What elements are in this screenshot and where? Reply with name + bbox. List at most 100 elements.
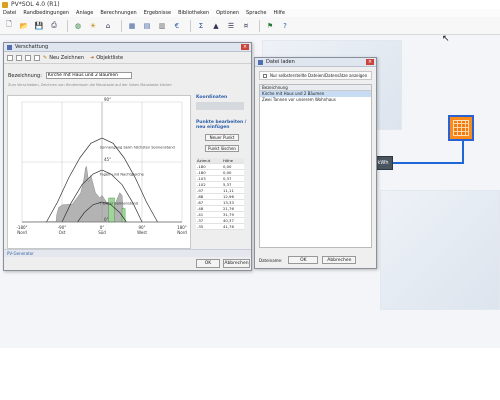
shading-window-titlebar[interactable]: Verschattung × (4, 43, 251, 52)
annotation-label: Tages- und Nachtgleiche (99, 172, 145, 176)
pv-module-cells (453, 120, 469, 136)
background-graphic (380, 190, 500, 310)
menu-bibliotheken[interactable]: Bibliotheken (178, 10, 209, 16)
load-window-footer: Dateiname: OK Abbrechen (259, 256, 374, 264)
menu-berechnungen[interactable]: Berechnungen (100, 10, 136, 16)
app-root: PV*SOL 4.0 (R1) Datei Randbedingungen An… (0, 0, 500, 348)
delete-point-button[interactable]: Punkt löschen (205, 145, 239, 152)
load-window-titlebar[interactable]: Datei laden × (255, 58, 376, 67)
description-input[interactable] (45, 72, 132, 79)
points-title: Punkte bearbeiten / neu einfügen (196, 120, 247, 130)
azimuth-cell[interactable]: -35 (196, 223, 223, 230)
ok-button[interactable]: OK (196, 259, 220, 268)
shading-toolbar: ✎ Neu Zeichnen ➜ Objektliste (4, 52, 251, 64)
weather-data-icon[interactable]: ☀ (87, 20, 99, 32)
object-list-label: Objektliste (96, 54, 124, 61)
menu-randbedingungen[interactable]: Randbedingungen (23, 10, 69, 16)
kwh-label: kWh (377, 160, 389, 166)
print-icon[interactable]: ⎙ (48, 20, 60, 32)
main-toolbar: 🗋 📂 💾 ⎙ ◍ ☀ ⌂ ▦ ▤ ▥ € Σ ▲ ☰ ¤ ⚑ ? (0, 17, 500, 35)
y-tick-label: 0° (104, 217, 109, 222)
app-titlebar: PV*SOL 4.0 (R1) (0, 0, 500, 9)
ok-button[interactable]: OK (288, 256, 319, 264)
new-file-icon[interactable]: 🗋 (3, 20, 15, 32)
description-label: Bezeichnung: (8, 72, 42, 79)
copy-icon[interactable] (34, 54, 40, 61)
calculation-chart-icon[interactable]: ▲ (210, 20, 222, 32)
menu-ergebnisse[interactable]: Ergebnisse (144, 10, 171, 16)
x-tick-name: Nord (177, 230, 187, 235)
save-icon[interactable] (16, 54, 22, 61)
list-item[interactable]: Zwei Tannen vor unserem Wohnhaus (260, 97, 371, 103)
new-drawing-button[interactable]: ✎ Neu Zeichnen (43, 55, 84, 61)
menu-anlage[interactable]: Anlage (76, 10, 93, 16)
tariff-icon[interactable]: ¤ (240, 20, 252, 32)
sum-icon[interactable]: Σ (195, 20, 207, 32)
close-icon[interactable]: × (241, 44, 249, 50)
connection-line (393, 162, 464, 164)
shading-icon[interactable]: ⚑ (264, 20, 276, 32)
own-files-checkbox-row[interactable]: Nur selbsterstellte Dateien/Datensätze a… (259, 71, 372, 80)
annotation-label: Sonnengang beim höchsten Sonnenstand (100, 146, 175, 150)
status-text: PV-Generator (7, 251, 34, 256)
table-row[interactable]: -35 41,76 (196, 223, 244, 230)
cancel-button[interactable]: Abbrechen (322, 256, 357, 264)
points-panel: Koordinaten Punkte bearbeiten / neu einf… (196, 95, 248, 230)
height-cell[interactable]: 41,76 (222, 223, 244, 230)
arrow-icon: ➜ (90, 54, 95, 61)
globe-icon[interactable]: ◍ (72, 20, 84, 32)
window-icon (7, 44, 12, 50)
open-icon[interactable] (7, 54, 13, 61)
menu-optionen[interactable]: Optionen (216, 10, 239, 16)
toolbar-separator (121, 19, 122, 32)
points-table: Azimut Höhe -180 0,00 -180 0,00 -103 0,37 -… (196, 158, 244, 230)
cancel-button[interactable]: Abbrechen (223, 259, 250, 268)
annotation-label: Tiefster Sonnenstand (99, 202, 138, 206)
coordinates-title: Koordinaten (196, 95, 228, 100)
file-list: Bezeichnung Kirche mit Haus und 2 Bäumen… (259, 84, 372, 248)
hint-text: Zum Verschieben, Zeichnen von Hinderniss… (8, 83, 172, 87)
print-icon[interactable] (25, 54, 31, 61)
object-list-button[interactable]: ➜ Objektliste (90, 55, 123, 61)
menu-hilfe[interactable]: Hilfe (274, 10, 285, 16)
pencil-icon: ✎ (43, 54, 48, 61)
y-tick-label: 90° (104, 97, 111, 102)
x-tick-name: Nord (17, 230, 27, 235)
toolbar-separator (259, 19, 260, 32)
horizon-chart[interactable]: Sonnengang beim höchsten Sonnenstand Tage… (7, 95, 191, 249)
save-icon[interactable]: 💾 (33, 20, 45, 32)
inverter-icon[interactable]: ▥ (156, 20, 168, 32)
load-profile-icon[interactable]: ⌂ (102, 20, 114, 32)
horizon-chart-svg: Sonnengang beim höchsten Sonnenstand Tage… (16, 97, 187, 235)
app-logo-icon (2, 1, 8, 8)
load-file-window: Datei laden × Nur selbsterstellte Dateie… (254, 57, 377, 269)
open-folder-icon[interactable]: 📂 (18, 20, 30, 32)
x-tick-name: Süd (98, 230, 106, 235)
report-icon[interactable]: ☰ (225, 20, 237, 32)
toolbar-separator (67, 19, 68, 32)
connection-line (462, 141, 464, 163)
shading-window-title: Verschattung (15, 44, 49, 50)
mouse-cursor-icon: ↖ (442, 34, 450, 44)
pv-array-icon[interactable]: ▦ (126, 20, 138, 32)
y-tick-label: 45° (104, 157, 111, 162)
module-library-icon[interactable]: ▤ (141, 20, 153, 32)
description-field: Bezeichnung: (8, 72, 132, 79)
filename-label: Dateiname: (259, 257, 283, 263)
app-title: PV*SOL 4.0 (R1) (11, 1, 60, 8)
euro-icon[interactable]: € (171, 20, 183, 32)
load-window-title: Datei laden (266, 59, 295, 65)
x-tick-name: Ost (59, 230, 66, 235)
own-files-checkbox[interactable] (263, 73, 267, 78)
pv-module-icon[interactable] (448, 115, 474, 141)
menu-bar: Datei Randbedingungen Anlage Berechnunge… (0, 9, 500, 17)
status-bar: PV-Generator (4, 249, 251, 257)
menu-datei[interactable]: Datei (3, 10, 16, 16)
menu-sprache[interactable]: Sprache (246, 10, 266, 16)
close-icon[interactable]: × (366, 59, 374, 65)
new-point-button[interactable]: Neuer Punkt (205, 134, 239, 141)
new-drawing-label: Neu Zeichnen (49, 54, 85, 61)
help-icon[interactable]: ? (279, 20, 291, 32)
window-icon (258, 59, 263, 65)
toolbar-separator (190, 19, 191, 32)
